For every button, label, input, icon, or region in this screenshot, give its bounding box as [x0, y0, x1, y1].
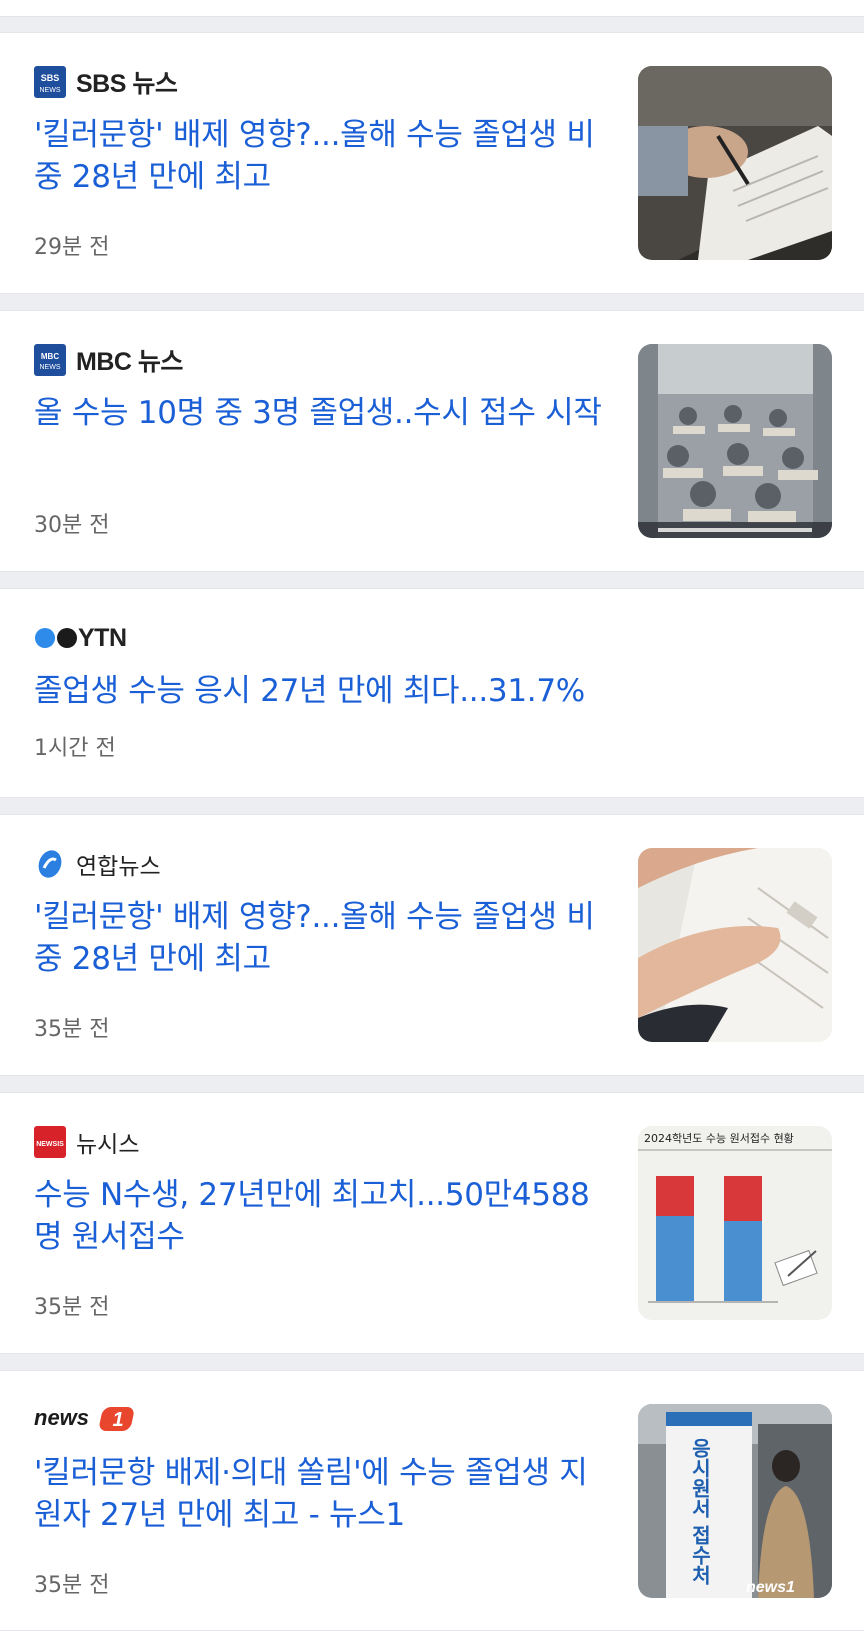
news-card-newsis[interactable]: NEWSIS 뉴시스 수능 N수생, 27년만에 최고치...50만4588명 … — [0, 1092, 864, 1354]
ytn-logo-icon — [35, 628, 77, 648]
mbc-logo-icon: MBC NEWS — [34, 344, 66, 376]
publisher: SBS NEWS SBS 뉴스 — [34, 66, 178, 98]
publisher-name: YTN — [78, 623, 127, 652]
news-card-sbs[interactable]: SBS NEWS SBS 뉴스 '킬러문항' 배제 영향?...올해 수능 졸업… — [0, 32, 864, 294]
headline-link[interactable]: 올 수능 10명 중 3명 졸업생..수시 접수 시작 — [34, 392, 609, 434]
headline-link[interactable]: '킬러문항 배제·의대 쏠림'에 수능 졸업생 지원자 27년 만에 최고 - … — [34, 1452, 609, 1536]
headline-link[interactable]: 수능 N수생, 27년만에 최고치...50만4588명 원서접수 — [34, 1174, 609, 1258]
timestamp: 29분 전 — [34, 235, 110, 260]
previous-card-bottom — [0, 0, 864, 17]
thumbnail-image[interactable]: 2024학년도 수능 원서접수 현황 — [638, 1126, 832, 1320]
svg-text:SBS: SBS — [41, 73, 60, 83]
svg-text:news: news — [34, 1405, 89, 1430]
svg-text:NEWSIS: NEWSIS — [36, 1141, 64, 1148]
svg-text:NEWS: NEWS — [40, 87, 61, 94]
timestamp: 30분 전 — [34, 513, 110, 538]
publisher: 연합뉴스 — [34, 848, 161, 880]
thumbnail-image[interactable] — [638, 344, 832, 538]
thumb-watermark: news1 — [746, 1579, 795, 1596]
news-card-ytn[interactable]: YTN 졸업생 수능 응시 27년 만에 최다...31.7% 1시간 전 — [0, 588, 864, 798]
svg-text:NEWS: NEWS — [40, 364, 61, 371]
timestamp: 35분 전 — [34, 1017, 110, 1042]
publisher: YTN — [34, 622, 127, 654]
publisher-name: 연합뉴스 — [76, 854, 161, 880]
svg-text:MBC: MBC — [41, 352, 59, 361]
thumbnail-image[interactable]: 응시원서 접수처 news1 — [638, 1404, 832, 1598]
news-feed: SBS NEWS SBS 뉴스 '킬러문항' 배제 영향?...올해 수능 졸업… — [0, 0, 864, 1631]
publisher-name: SBS 뉴스 — [76, 70, 178, 98]
publisher-name: 뉴시스 — [76, 1132, 140, 1158]
timestamp: 35분 전 — [34, 1573, 110, 1598]
timestamp: 35분 전 — [34, 1295, 110, 1320]
news-card-yonhap[interactable]: 연합뉴스 '킬러문항' 배제 영향?...올해 수능 졸업생 비중 28년 만에… — [0, 814, 864, 1076]
yonhap-logo-icon — [38, 850, 62, 878]
svg-text:1: 1 — [112, 1409, 123, 1431]
headline-link[interactable]: '킬러문항' 배제 영향?...올해 수능 졸업생 비중 28년 만에 최고 — [34, 896, 609, 980]
publisher: NEWSIS 뉴시스 — [34, 1126, 139, 1158]
publisher: news 1 — [34, 1404, 138, 1436]
news-card-news1[interactable]: news 1 '킬러문항 배제·의대 쏠림'에 수능 졸업생 지원자 27년 만… — [0, 1370, 864, 1631]
headline-link[interactable]: 졸업생 수능 응시 27년 만에 최다...31.7% — [34, 670, 824, 712]
headline-link[interactable]: '킬러문항' 배제 영향?...올해 수능 졸업생 비중 28년 만에 최고 — [34, 114, 609, 198]
news-card-mbc[interactable]: MBC NEWS MBC 뉴스 올 수능 10명 중 3명 졸업생..수시 접수… — [0, 310, 864, 572]
sbs-logo-icon: SBS NEWS — [34, 66, 66, 98]
newsis-logo-icon: NEWSIS — [34, 1126, 66, 1158]
publisher-name: MBC 뉴스 — [76, 348, 183, 376]
thumb-sign: 응시원서 접수처 — [688, 1438, 712, 1585]
timestamp: 1시간 전 — [34, 736, 116, 761]
thumb-infographic-title: 2024학년도 수능 원서접수 현황 — [644, 1132, 794, 1145]
news1-logo-icon: news 1 — [34, 1405, 134, 1431]
thumbnail-image[interactable] — [638, 66, 832, 260]
publisher: MBC NEWS MBC 뉴스 — [34, 344, 183, 376]
thumbnail-image[interactable] — [638, 848, 832, 1042]
